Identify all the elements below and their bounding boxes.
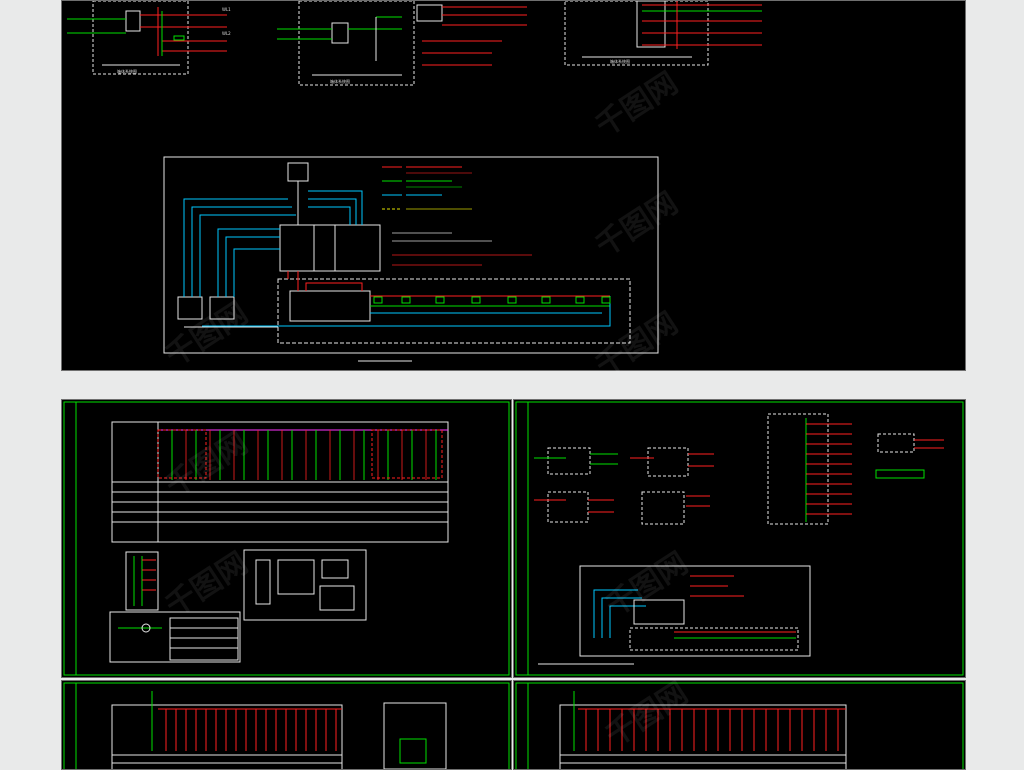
bottom-right-drawing (515, 682, 964, 769)
distribution-box-3: 箱体系统图 (564, 1, 762, 66)
middle-left-drawing (63, 401, 510, 676)
drawing-sheet-middle-right[interactable] (513, 399, 966, 678)
distribution-box-2: 箱体系统图 (277, 1, 527, 86)
distribution-box-1: 箱体系统图 WL1 WL2 (67, 1, 231, 75)
fire-alarm-system-diagram (163, 156, 659, 362)
bottom-left-drawing (63, 682, 510, 769)
middle-right-drawing (515, 401, 964, 676)
drawing-sheet-middle-left[interactable] (61, 399, 512, 678)
detector-symbols (373, 296, 611, 304)
top-sheet-drawing: 箱体系统图 WL1 WL2 箱体系统图 箱体系统图 (67, 1, 762, 362)
drawing-sheet-bottom-right[interactable] (513, 680, 966, 770)
svg-text:箱体系统图: 箱体系统图 (330, 78, 350, 84)
drawing-sheet-bottom-left[interactable] (61, 680, 512, 770)
svg-text:WL2: WL2 (222, 31, 231, 36)
drawing-sheet-top[interactable]: 箱体系统图 WL1 WL2 箱体系统图 箱体系统图 (61, 0, 966, 371)
svg-text:箱体系统图: 箱体系统图 (610, 58, 630, 64)
svg-text:箱体系统图: 箱体系统图 (117, 68, 137, 74)
svg-text:WL1: WL1 (222, 7, 231, 12)
